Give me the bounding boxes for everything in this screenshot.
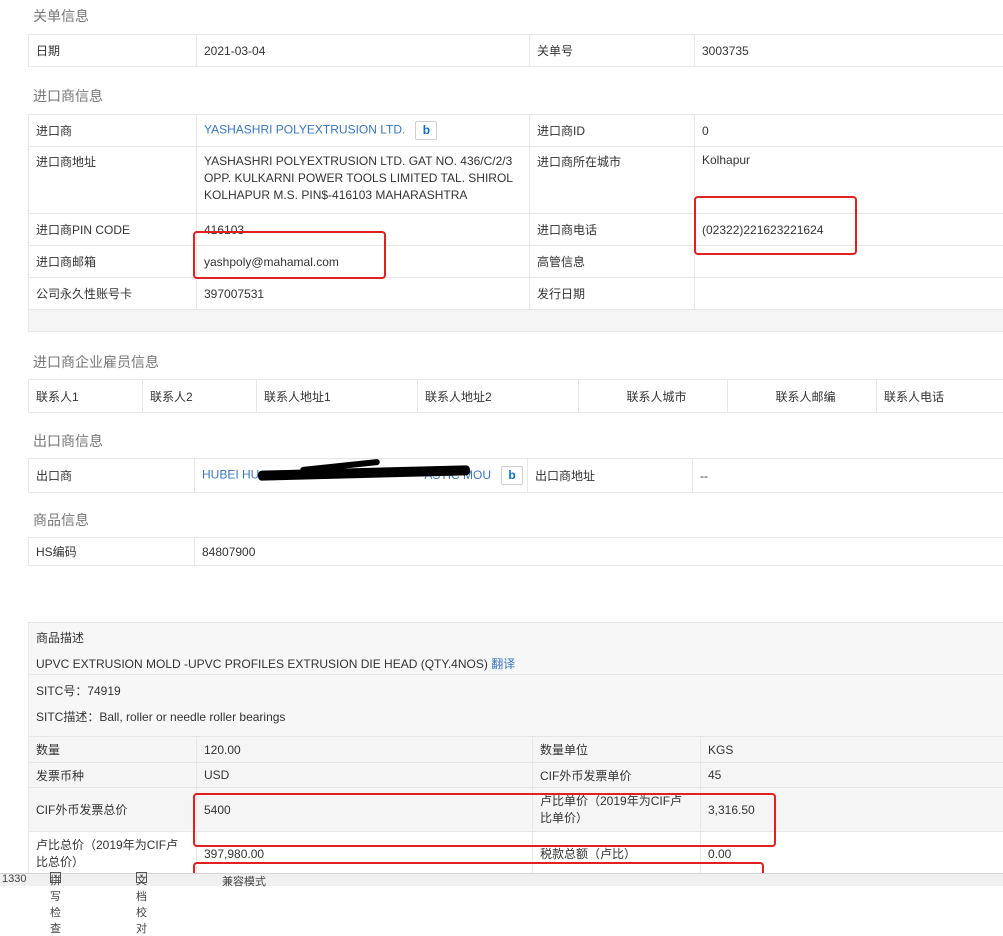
sitc-description: SITC描述：Ball, roller or needle roller bea…	[36, 708, 285, 725]
importer-phone-label: 进口商电话	[530, 214, 695, 246]
importer-name-label: 进口商	[29, 115, 197, 147]
goods-description-value: UPVC EXTRUSION MOLD -UPVC PROFILES EXTRU…	[36, 657, 488, 671]
importer-id-label: 进口商ID	[530, 115, 695, 147]
goods-table: HS编码 84807900	[28, 537, 1003, 566]
importer-pin-label: 进口商PIN CODE	[29, 214, 197, 246]
bing-search-icon[interactable]: b	[415, 121, 437, 140]
customs-table: 日期 2021-03-04 关单号 3003735	[28, 34, 1003, 67]
employee-header-contact1: 联系人1	[29, 380, 143, 413]
inr-total-label: 卢比总价（2019年为CIF卢比总价）	[29, 832, 197, 876]
importer-exec-label: 高管信息	[530, 246, 695, 278]
employee-header-contact2: 联系人2	[143, 380, 257, 413]
date-label: 日期	[29, 35, 197, 67]
importer-name-cell: YASHASHRI POLYEXTRUSION LTD. b	[197, 115, 530, 147]
highlight-prices	[193, 793, 776, 847]
proofread-label: 文档校对	[136, 872, 147, 936]
currency-value: USD	[197, 763, 533, 788]
importer-address-label: 进口商地址	[29, 147, 197, 214]
section-title-exporter: 出口商信息	[33, 431, 103, 451]
status-count: 1330	[2, 873, 26, 885]
importer-issue-label: 发行日期	[530, 278, 695, 310]
bing-search-icon[interactable]: b	[501, 466, 523, 485]
exporter-address-label: 出口商地址	[528, 459, 693, 493]
exporter-name-label: 出口商	[29, 459, 195, 493]
compat-mode-label: 兼容模式	[222, 873, 266, 889]
date-value: 2021-03-04	[197, 35, 530, 67]
importer-pan-value: 397007531	[197, 278, 530, 310]
importer-id-value: 0	[695, 115, 1003, 147]
quantity-value: 120.00	[197, 737, 533, 763]
importer-city-label: 进口商所在城市	[530, 147, 695, 214]
importer-footer-row	[29, 310, 1003, 332]
quantity-unit-value: KGS	[701, 737, 1003, 763]
exporter-table: 出口商 HUBEI HUASTIC MOUb 出口商地址 --	[28, 458, 1003, 493]
currency-label: 发票币种	[29, 763, 197, 788]
section-title-goods: 商品信息	[33, 510, 89, 530]
importer-issue-value	[695, 278, 1003, 310]
importer-pan-label: 公司永久性账号卡	[29, 278, 197, 310]
translate-link[interactable]: 翻译	[491, 657, 515, 671]
exporter-address-value: --	[693, 459, 1003, 493]
employee-header-address1: 联系人地址1	[257, 380, 418, 413]
importer-address-value: YASHASHRI POLYEXTRUSION LTD. GAT NO. 436…	[197, 147, 530, 214]
quantity-label: 数量	[29, 737, 197, 763]
employee-header-city: 联系人城市	[579, 380, 728, 413]
employee-header-address2: 联系人地址2	[418, 380, 579, 413]
hs-code-label: HS编码	[29, 538, 195, 566]
section-title-importer: 进口商信息	[33, 86, 103, 106]
goods-description-label: 商品描述	[36, 629, 84, 646]
employee-header-zip: 联系人邮编	[728, 380, 877, 413]
importer-name-link[interactable]: YASHASHRI POLYEXTRUSION LTD.	[204, 123, 405, 137]
cif-unit-price-value: 45	[701, 763, 1003, 788]
cif-total-label: CIF外币发票总价	[29, 788, 197, 832]
status-bar: 1330 × 拼写检查 × 文档校对 兼容模式	[0, 873, 1003, 886]
highlight-phone	[694, 196, 857, 255]
cif-unit-price-label: CIF外币发票单价	[533, 763, 701, 788]
customs-no-value: 3003735	[695, 35, 1003, 67]
goods-description-block: 商品描述 UPVC EXTRUSION MOLD -UPVC PROFILES …	[28, 622, 1003, 737]
goods-description-line: UPVC EXTRUSION MOLD -UPVC PROFILES EXTRU…	[36, 655, 515, 672]
hs-code-value: 84807900	[195, 538, 1003, 566]
spell-check-label: 拼写检查	[50, 872, 61, 936]
section-title-customs: 关单信息	[33, 6, 89, 26]
highlight-email	[193, 231, 386, 279]
importer-email-label: 进口商邮箱	[29, 246, 197, 278]
sitc-number: SITC号：74919	[36, 682, 121, 699]
employee-header-phone: 联系人电话	[877, 380, 1003, 413]
exporter-name-link[interactable]: HUBEI HU	[202, 468, 259, 482]
divider	[29, 674, 1003, 675]
quantity-unit-label: 数量单位	[533, 737, 701, 763]
customs-no-label: 关单号	[530, 35, 695, 67]
employees-table: 联系人1 联系人2 联系人地址1 联系人地址2 联系人城市 联系人邮编 联系人电…	[28, 379, 1003, 413]
section-title-employees: 进口商企业雇员信息	[33, 352, 159, 372]
